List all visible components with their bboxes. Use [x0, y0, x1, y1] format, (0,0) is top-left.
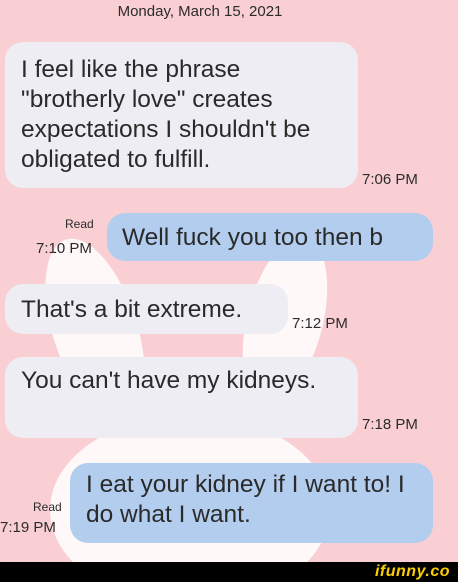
- message-text: Well fuck you too then b: [122, 224, 384, 251]
- watermark-bar: ifunny.co: [0, 562, 458, 582]
- message-time: 7:06 PM: [362, 171, 418, 188]
- message-bubble-received[interactable]: You can't have my kidneys.: [5, 357, 358, 438]
- message-bubble-received[interactable]: I feel like the phrase "brotherly love" …: [5, 42, 358, 188]
- message-text: I feel like the phrase "brotherly love" …: [21, 56, 311, 173]
- message-text: I eat your kidney if I want to! I do wha…: [86, 471, 405, 528]
- message-bubble-sent[interactable]: I eat your kidney if I want to! I do wha…: [70, 463, 433, 543]
- message-bubble-received[interactable]: That's a bit extreme.: [5, 284, 288, 334]
- ifunny-logo: ifunny.co: [374, 563, 450, 580]
- message-text: You can't have my kidneys.: [21, 367, 317, 394]
- message-text: That's a bit extreme.: [21, 296, 243, 323]
- message-time: 7:10 PM: [36, 240, 92, 257]
- read-receipt-label: Read: [65, 217, 94, 231]
- message-time: 7:12 PM: [292, 315, 348, 332]
- message-bubble-sent[interactable]: Well fuck you too then b: [107, 213, 433, 261]
- read-receipt-label: Read: [33, 500, 62, 514]
- conversation-date: Monday, March 15, 2021: [117, 3, 283, 20]
- message-time: 7:19 PM: [0, 519, 56, 536]
- message-time: 7:18 PM: [362, 416, 418, 433]
